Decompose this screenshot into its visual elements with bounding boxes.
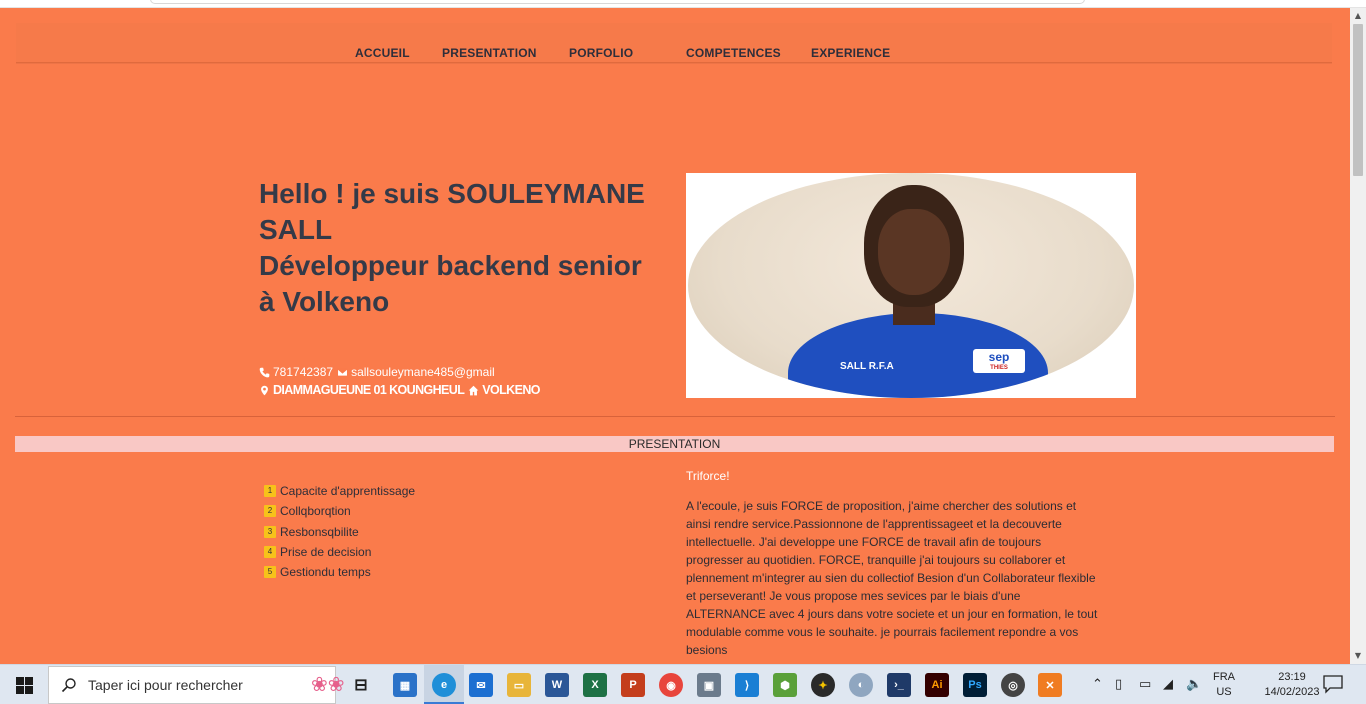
powershell-icon[interactable]: ›_ [887, 673, 911, 697]
remote-desktop-icon[interactable]: ▣ [697, 673, 721, 697]
number-badge: 5 [264, 566, 276, 579]
company: VOLKENO [482, 383, 540, 397]
presentation-body: A l'ecoule, je suis FORCE de proposition… [686, 499, 1098, 657]
system-clock[interactable]: 23:19 14/02/2023 [1258, 670, 1326, 700]
volume-icon[interactable]: 🔈 [1186, 677, 1202, 692]
vertical-scrollbar[interactable]: ▲ ▼ [1350, 8, 1366, 664]
store-icon[interactable]: ▦ [393, 673, 417, 697]
taskbar-search[interactable]: Taper ici pour rechercher ❀❀ [48, 666, 345, 704]
network-tool-icon[interactable]: ◐ [849, 673, 873, 697]
vscode-icon[interactable]: ⟩ [735, 673, 759, 697]
windows-taskbar: Taper ici pour rechercher ❀❀ ⊟ ▦ e ✉ ▭ W… [0, 664, 1366, 704]
skill-item: 3 Resbonsqbilite [264, 522, 415, 542]
number-badge: 4 [264, 546, 276, 559]
utility-icon[interactable]: ✦ [811, 673, 835, 697]
wifi-icon[interactable]: ◢ [1163, 677, 1173, 692]
hero-line-2: SALL [259, 214, 333, 245]
hero-line-3: Développeur backend senior [259, 250, 642, 281]
section-title-bar: PRESENTATION [15, 436, 1334, 452]
clock-date: 14/02/2023 [1264, 686, 1320, 698]
skill-item: 1 Capacite d'apprentissage [264, 481, 415, 501]
nav-presentation[interactable]: PRESENTATION [442, 46, 537, 60]
portfolio-page: ACCUEIL PRESENTATION PORFOLIO COMPETENCE… [0, 8, 1350, 664]
skill-item: 2 Collqborqtion [264, 501, 415, 521]
presentation-text: Triforce! A l'ecoule, je suis FORCE de p… [686, 467, 1098, 659]
contact-row-1: 781742387 sallsouleymane485@gmail [259, 363, 540, 381]
navbar: ACCUEIL PRESENTATION PORFOLIO COMPETENCE… [16, 23, 1332, 63]
mail-icon[interactable]: ✉ [469, 673, 493, 697]
search-icon [61, 678, 76, 693]
media-player-icon[interactable]: ◎ [1001, 673, 1025, 697]
contact-row-2: DIAMMAGUEUNE 01 KOUNGHEUL VOLKENO [259, 381, 540, 399]
windows-logo-icon [15, 676, 33, 694]
task-view-icon[interactable]: ⊟ [349, 673, 373, 697]
device-icon[interactable]: ▯ [1115, 677, 1122, 692]
scroll-thumb[interactable] [1353, 24, 1363, 176]
nav-experience[interactable]: EXPERIENCE [811, 46, 890, 60]
number-badge: 3 [264, 525, 276, 538]
word-icon[interactable]: W [545, 673, 569, 697]
powerpoint-icon[interactable]: P [621, 673, 645, 697]
xampp-icon[interactable]: ✕ [1038, 673, 1062, 697]
phone-number: 781742387 [273, 365, 334, 379]
browser-top-strip [0, 0, 1366, 8]
battery-icon[interactable]: ▭ [1139, 677, 1151, 692]
home-icon [468, 385, 479, 395]
illustrator-icon[interactable]: Ai [925, 673, 949, 697]
contact-info: 781742387 sallsouleymane485@gmail DIAMMA… [259, 363, 540, 399]
scroll-down-arrow-icon[interactable]: ▼ [1350, 648, 1366, 664]
map-marker-icon [261, 385, 268, 395]
shirt-label: SALL R.F.A [840, 361, 894, 372]
address-bar[interactable] [150, 0, 1085, 4]
hero-line-1: Hello ! je suis SOULEYMANE [259, 178, 645, 209]
flowers-icon: ❀❀ [311, 672, 345, 696]
nav-competences[interactable]: COMPETENCES [686, 46, 781, 60]
skill-item: 4 Prise de decision [264, 542, 415, 562]
edge-icon[interactable]: e [432, 673, 456, 697]
scroll-up-arrow-icon[interactable]: ▲ [1350, 8, 1366, 24]
excel-icon[interactable]: X [583, 673, 607, 697]
address: DIAMMAGUEUNE 01 KOUNGHEUL [273, 383, 465, 397]
skills-list: 1 Capacite d'apprentissage 2 Collqborqtion… [264, 481, 415, 582]
envelope-icon [337, 368, 348, 376]
start-button[interactable] [0, 665, 48, 704]
presentation-tagline: Triforce! [686, 469, 730, 483]
input-language[interactable]: FRA US [1213, 670, 1235, 700]
clock-time: 23:19 [1278, 671, 1306, 683]
nodejs-icon[interactable]: ⬢ [773, 673, 797, 697]
skill-item: 5 Gestiondu temps [264, 562, 415, 582]
nav-portfolio[interactable]: PORFOLIO [569, 46, 633, 60]
show-hidden-icons-icon[interactable]: ⌃ [1092, 677, 1103, 692]
email-address: sallsouleymane485@gmail [351, 365, 495, 379]
search-placeholder: Taper ici pour rechercher [88, 677, 243, 693]
number-badge: 1 [264, 485, 276, 498]
photoshop-icon[interactable]: Ps [963, 673, 987, 697]
hero-line-4: à Volkeno [259, 286, 390, 317]
chrome-icon[interactable]: ◉ [659, 673, 683, 697]
shirt-badge: sep THIES [973, 349, 1025, 373]
hero-title: Hello ! je suis SOULEYMANE SALL Développ… [259, 176, 679, 320]
nav-accueil[interactable]: ACCUEIL [355, 46, 410, 60]
number-badge: 2 [264, 505, 276, 518]
phone-icon [259, 367, 270, 377]
profile-photo: SALL R.F.A sep THIES [686, 173, 1136, 398]
notification-icon[interactable] [1322, 674, 1344, 694]
section-divider [15, 416, 1335, 417]
file-explorer-icon[interactable]: ▭ [507, 673, 531, 697]
